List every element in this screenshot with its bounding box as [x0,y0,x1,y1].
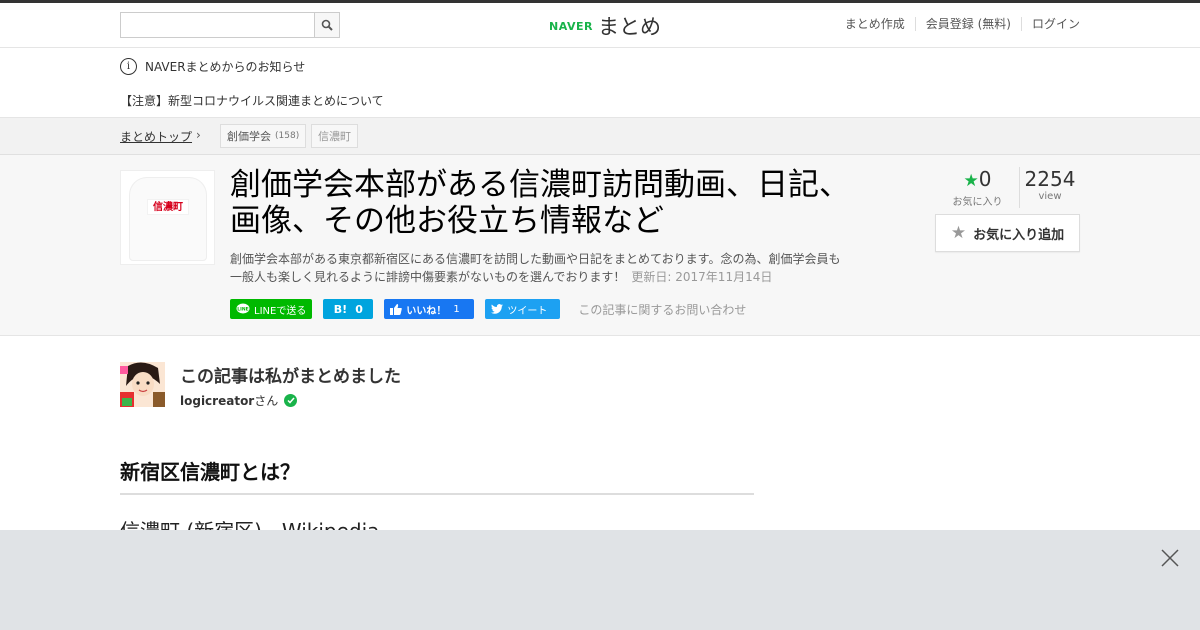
article-thumbnail: 信濃町 [120,170,215,265]
twitter-bird-icon [491,304,504,314]
facebook-like-label: いいね！ [406,305,447,317]
tag-count: (158) [275,131,300,141]
article-description: 創価学会本部がある東京都新宿区にある信濃町を訪問した動画や日記をまとめております… [230,250,850,286]
article-title: 創価学会本部がある信濃町訪問動画、日記、画像、その他お役立ち情報など [230,167,850,239]
search-button[interactable] [314,13,339,37]
svg-text:LINE: LINE [237,307,248,313]
naver-matome-logo[interactable]: NAVER まとめ [549,11,661,41]
favorites-label: お気に入り [952,197,1003,208]
thumbs-up-icon [390,303,403,315]
close-icon [1161,549,1179,567]
notice-title: NAVERまとめからのお知らせ [145,60,306,74]
verified-check-icon [284,394,298,407]
close-button[interactable] [1160,548,1180,568]
tweet-label: ツイート [507,305,548,317]
facebook-like-button[interactable]: いいね！ 1 [384,299,475,319]
search-input[interactable] [121,13,314,37]
star-icon: ★ [950,223,967,243]
avatar-image [120,362,165,407]
author-username[interactable]: logicreator [180,394,254,408]
notice-title-row: i NAVERまとめからのお知らせ [120,58,305,75]
favorites-count: 0 [978,167,992,191]
add-favorite-label: お気に入り追加 [973,227,1065,243]
hatena-bookmark-button[interactable]: B! 0 [323,299,374,319]
add-favorite-button[interactable]: ★ お気に入り追加 [935,214,1080,252]
updated-date: 更新日: 2017年11月14日 [631,270,773,284]
hatena-icon: B! [333,302,348,316]
top-bar: NAVER まとめ まとめ作成 会員登録 (無料) ログイン [0,0,1200,48]
tag-soka-gakkai[interactable]: 創価学会 (158) [220,124,307,148]
article-header: 信濃町 創価学会本部がある信濃町訪問動画、日記、画像、その他お役立ち情報など 創… [0,155,1200,336]
views-count: 2254 [1024,167,1076,191]
section-heading: 新宿区信濃町とは？ [120,456,754,495]
nav-register[interactable]: 会員登録 (無料) [914,17,1021,31]
tshirt-image: 信濃町 [129,177,207,261]
notice-area: i NAVERまとめからのお知らせ 【注意】新型コロナウイルス関連まとめについて [0,48,1200,118]
favorites-count-row: ★0 [936,167,1019,193]
star-icon: ★ [963,171,979,191]
author-suffix: さん [254,394,279,408]
nav-create-matome[interactable]: まとめ作成 [835,17,915,31]
ad-overlay [0,530,1200,630]
top-nav: まとめ作成 会員登録 (無料) ログイン [835,17,1080,31]
tag-label: 信濃町 [318,130,351,143]
hatena-count: 0 [355,302,363,316]
author-heading: この記事は私がまとめました [180,367,401,387]
search-icon [321,19,333,31]
views-stat: 2254 view [1020,167,1080,208]
info-icon: i [120,58,137,75]
contact-link[interactable]: この記事に関するお問い合わせ [578,301,746,318]
avatar[interactable] [120,362,165,407]
line-share-label: LINEで送る [254,305,307,317]
tshirt-print-label: 信濃町 [147,199,189,215]
article-stats: ★0 お気に入り 2254 view [936,167,1080,208]
views-label: view [1038,191,1062,202]
search-box [120,12,340,38]
tweet-button[interactable]: ツイート [485,299,561,319]
share-buttons: LINE LINEで送る B! 0 いいね！ 1 ツイート この記事に関するお問… [230,299,746,319]
breadcrumb: まとめトップ › 創価学会 (158) 信濃町 [0,118,1200,155]
facebook-like-count: 1 [453,303,460,315]
breadcrumb-top[interactable]: まとめトップ [120,128,192,145]
line-icon: LINE [236,303,250,314]
favorites-stat: ★0 お気に入り [936,167,1020,208]
line-share-button[interactable]: LINE LINEで送る [230,299,313,319]
chevron-right-icon: › [196,128,201,142]
notice-link[interactable]: 【注意】新型コロナウイルス関連まとめについて [120,92,384,109]
logo-brand: NAVER [549,19,593,33]
tag-shinanomachi[interactable]: 信濃町 [311,124,358,148]
author-name-row: logicreatorさん [180,392,298,409]
tag-label: 創価学会 [227,130,271,143]
nav-login[interactable]: ログイン [1020,17,1080,31]
logo-name: まとめ [597,15,661,39]
